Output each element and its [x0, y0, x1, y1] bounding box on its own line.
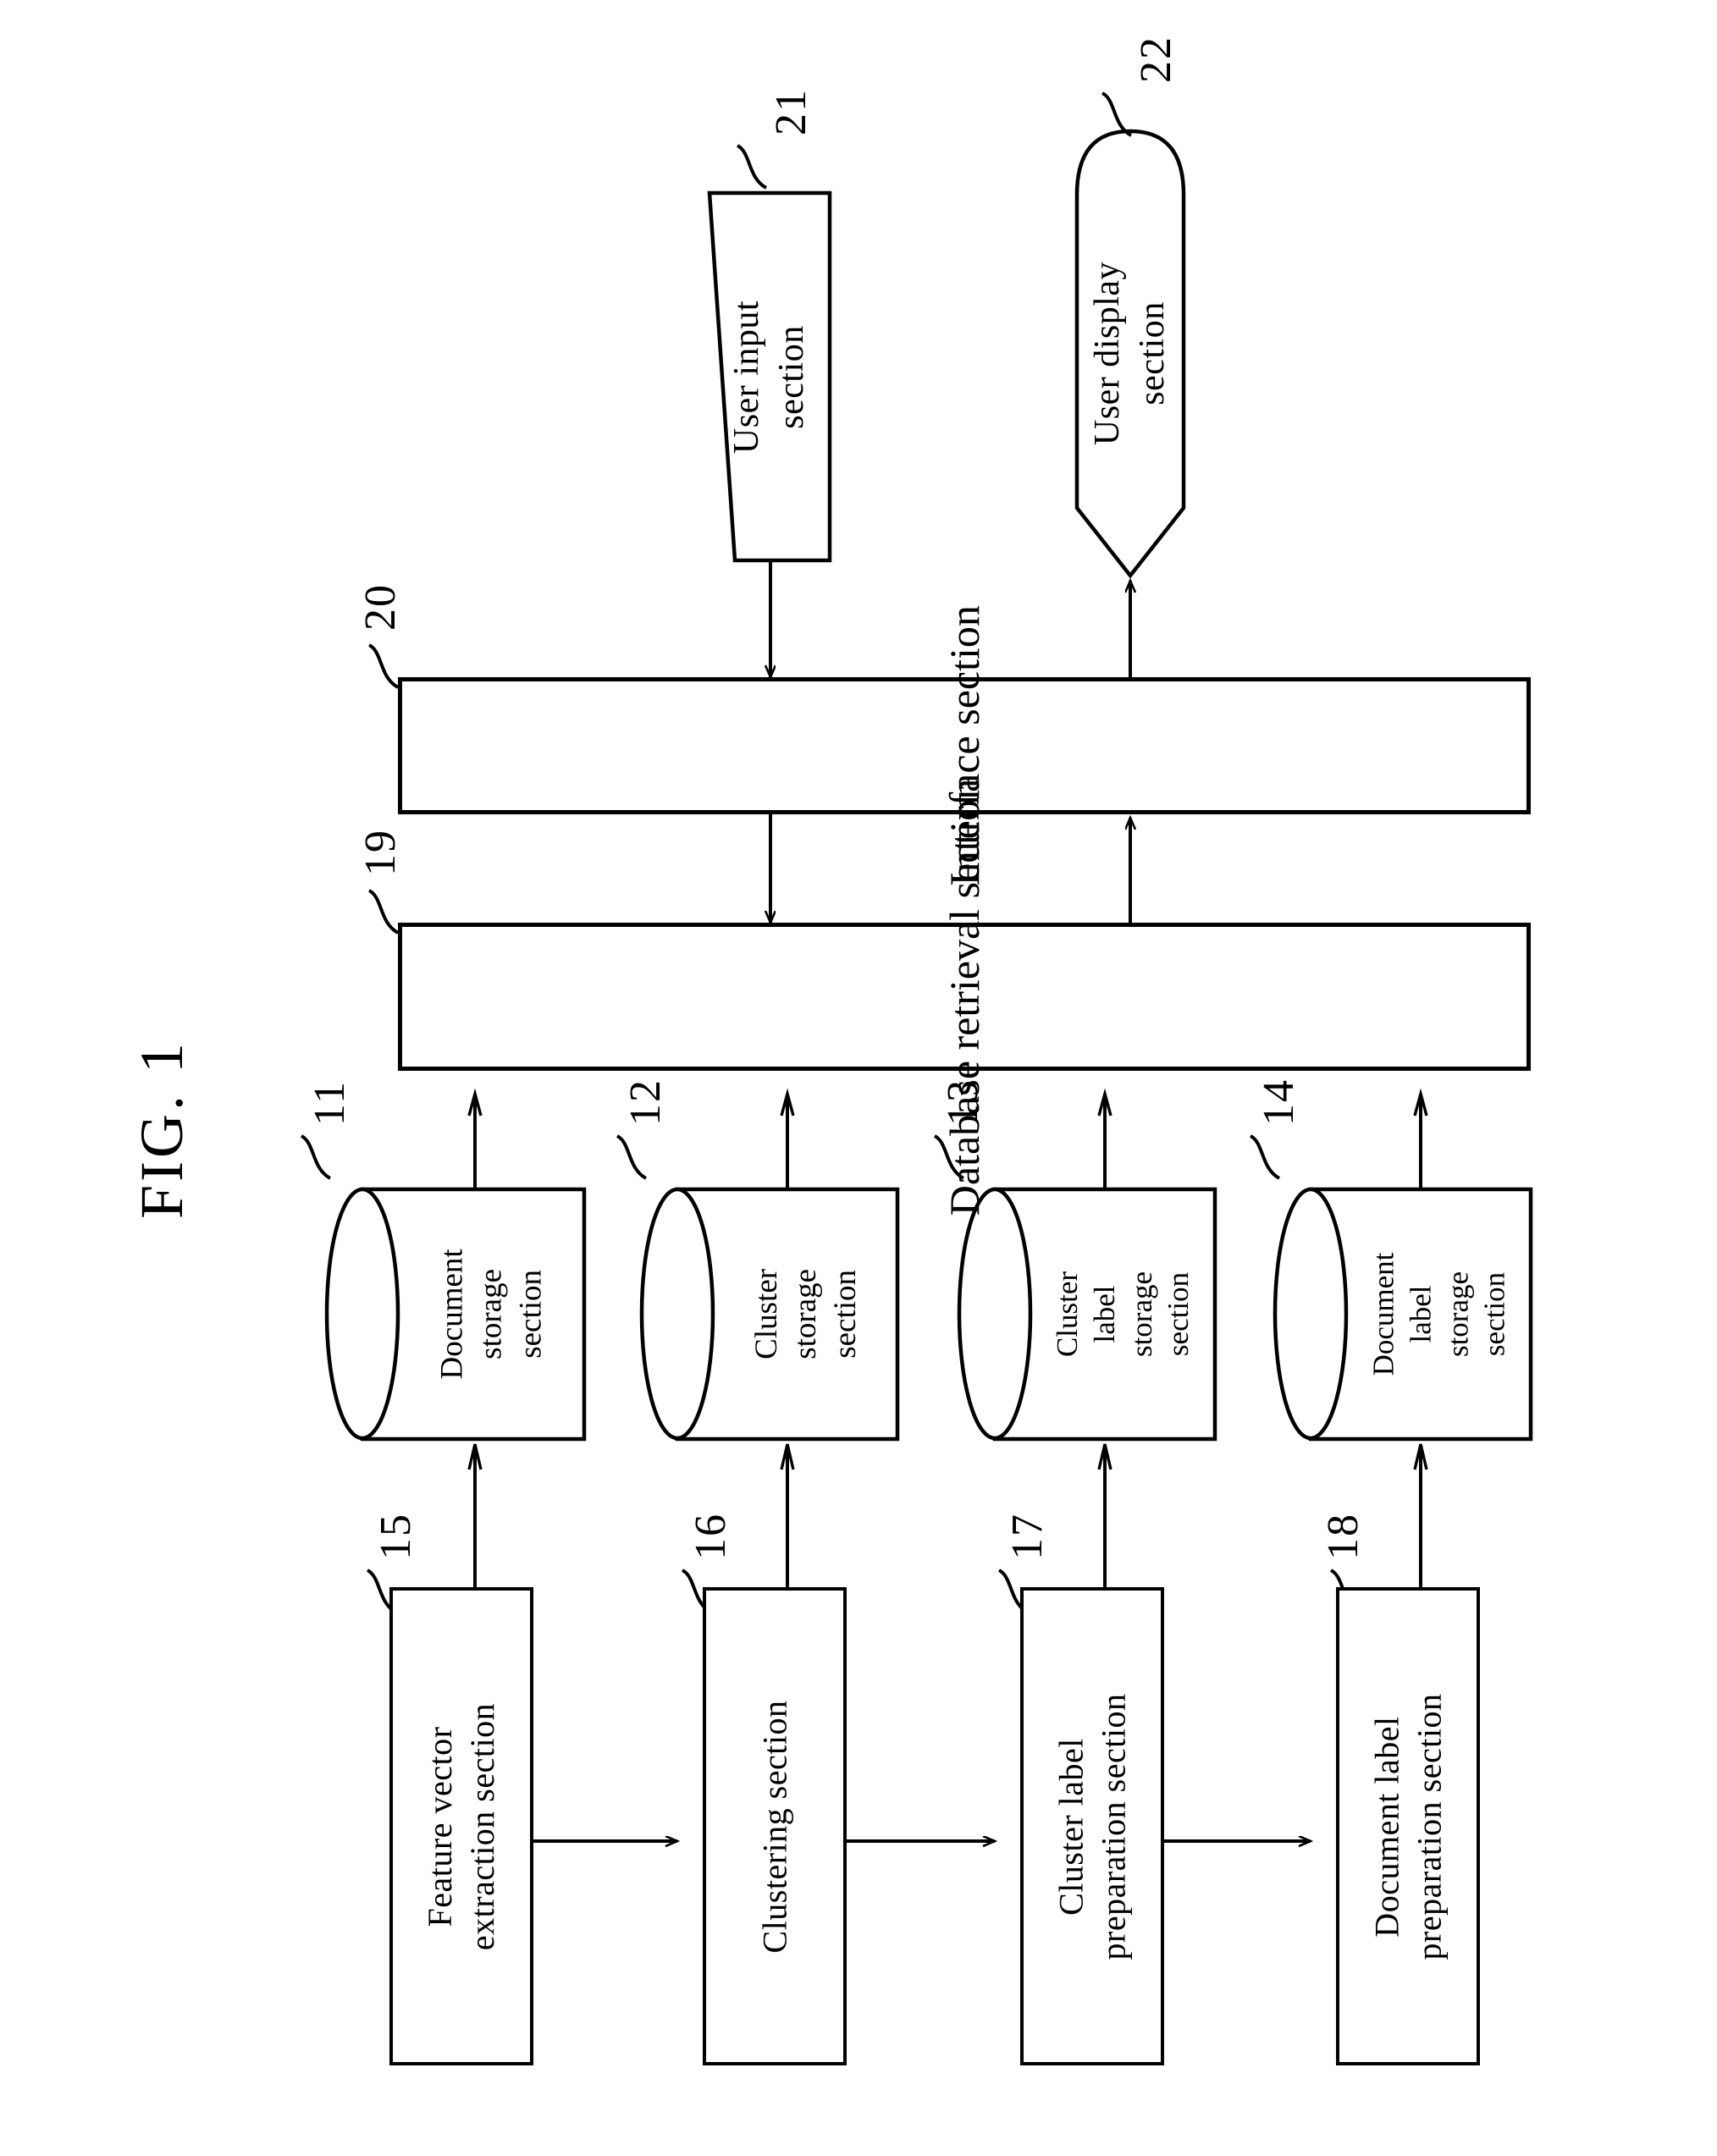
leader-21: [736, 144, 768, 190]
cluster-label-preparation-section[interactable]: Cluster label preparation section: [1020, 1587, 1164, 2065]
feature-vector-extraction-label: Feature vector extraction section: [421, 1702, 502, 1950]
ref-20: 20: [356, 583, 405, 631]
arrowhead-clustering-to-cluster-storage: [780, 1443, 795, 1470]
document-label-storage-cap: [1273, 1187, 1349, 1441]
leader-12: [616, 1134, 648, 1180]
database-retrieval-section-label: Database retrieval section: [941, 778, 988, 1216]
cluster-label-preparation-label: Cluster label preparation section: [1052, 1693, 1132, 1960]
arrowhead-document-storage: [467, 1088, 483, 1117]
leader-22: [1101, 91, 1133, 137]
cluster-storage-cap: [639, 1187, 715, 1441]
document-label-storage-section[interactable]: Document label storage section: [1346, 1189, 1532, 1439]
ref-17: 17: [1003, 1513, 1052, 1560]
ref-12: 12: [621, 1078, 670, 1126]
document-storage-section[interactable]: Document storage section: [398, 1189, 586, 1439]
document-label-preparation-section[interactable]: Document label preparation section: [1336, 1587, 1480, 2065]
user-input-section[interactable]: User input section: [709, 193, 830, 560]
cluster-label-storage-cap: [957, 1187, 1033, 1441]
user-display-section[interactable]: User display section: [1077, 131, 1184, 576]
ref-15: 15: [372, 1513, 420, 1560]
database-retrieval-section[interactable]: Database retrieval section: [398, 778, 1531, 1216]
ref-14: 14: [1255, 1078, 1303, 1126]
leader-11: [300, 1134, 332, 1180]
clustering-label: Clustering section: [755, 1700, 793, 1953]
leader-20: [367, 643, 400, 689]
arrowhead-document-label-prep-to-storage: [1413, 1443, 1428, 1470]
document-label-storage-label: Document label storage section: [1366, 1252, 1511, 1376]
ref-16: 16: [687, 1513, 735, 1560]
arrowhead-cluster-label-prep-to-storage: [1097, 1443, 1112, 1470]
cluster-label-storage-section[interactable]: Cluster label storage section: [1030, 1189, 1217, 1439]
arrowhead-cluster-storage: [780, 1088, 795, 1117]
leader-19: [367, 889, 400, 935]
cluster-storage-section[interactable]: Cluster storage section: [713, 1189, 899, 1439]
arrowhead-feature-to-document-storage: [467, 1443, 483, 1470]
ref-19: 19: [356, 829, 405, 876]
document-storage-label: Document storage section: [434, 1249, 549, 1380]
user-display-label: User display section: [1088, 261, 1173, 446]
leader-14: [1249, 1134, 1281, 1180]
arrowhead-document-label-storage: [1413, 1088, 1428, 1117]
figure-title: FIG. 1: [128, 1039, 196, 1219]
ref-18: 18: [1319, 1513, 1367, 1560]
user-input-label: User input section: [727, 300, 812, 454]
ref-21: 21: [767, 88, 815, 135]
cluster-label-storage-label: Cluster label storage section: [1051, 1271, 1195, 1358]
cluster-storage-label: Cluster storage section: [748, 1269, 863, 1359]
clustering-section[interactable]: Clustering section: [703, 1587, 847, 2065]
ref-11: 11: [306, 1079, 354, 1126]
ref-13: 13: [939, 1078, 987, 1126]
ref-22: 22: [1132, 36, 1180, 83]
feature-vector-extraction-section[interactable]: Feature vector extraction section: [389, 1587, 533, 2065]
figure-sheet: FIG. 1 User input section 21 User displa…: [0, 0, 1717, 2156]
document-label-preparation-label: Document label preparation section: [1367, 1693, 1448, 1960]
document-storage-cap: [324, 1187, 400, 1441]
arrowhead-cluster-label-storage: [1097, 1088, 1112, 1117]
